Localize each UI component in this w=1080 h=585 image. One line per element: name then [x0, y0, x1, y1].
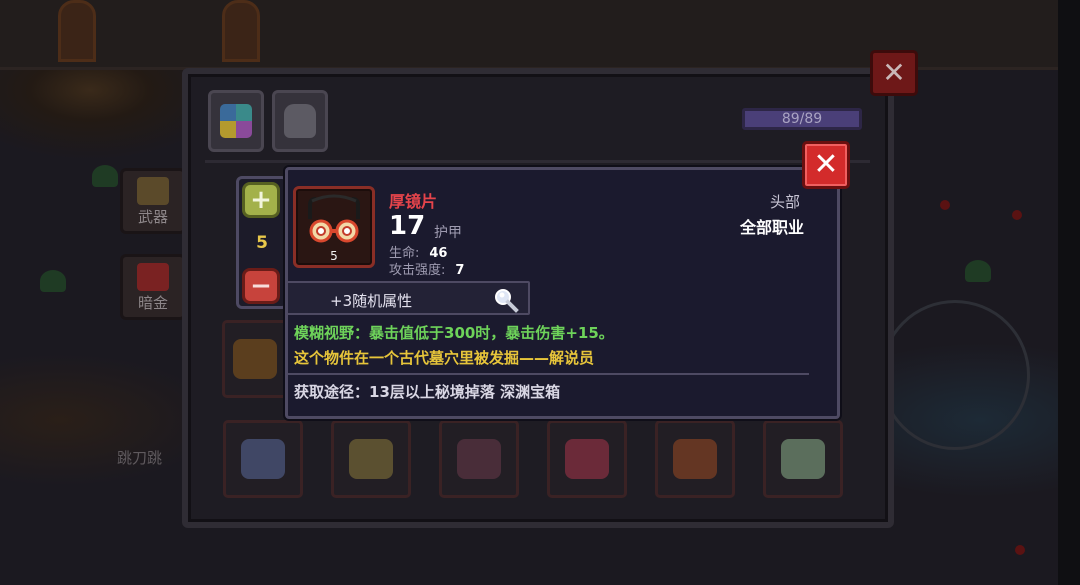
inventory-slot[interactable] — [223, 420, 303, 498]
inventory-slot[interactable] — [331, 420, 411, 498]
quantity-minus-button[interactable]: − — [242, 268, 280, 304]
capacity-bar: 89/89 — [742, 108, 862, 130]
pet-tab[interactable] — [272, 90, 328, 152]
background-plant — [92, 165, 118, 187]
quantity-value: 5 — [256, 233, 268, 253]
side-tab-dark-gold[interactable]: 暗金 — [120, 254, 186, 320]
tooltip-close-button[interactable]: ✕ — [802, 141, 850, 189]
armor-item-icon — [565, 439, 609, 479]
inventory-slot[interactable] — [439, 420, 519, 498]
background-lamp — [940, 200, 950, 210]
side-tab-weapon[interactable]: 武器 — [120, 168, 186, 234]
armor-item-icon — [781, 439, 825, 479]
inventory-slot[interactable] — [655, 420, 735, 498]
stat-value: 7 — [455, 263, 465, 278]
armor-item-icon — [457, 439, 501, 479]
pet-tab-icon — [284, 104, 316, 138]
equipment-tab-icon — [220, 104, 252, 138]
close-icon: ✕ — [882, 56, 906, 89]
equip-slot-type: 头部 — [769, 193, 800, 211]
background-pillar — [58, 0, 96, 62]
stat-row: 攻击强度: 7 — [389, 259, 464, 278]
armor-label: 护甲 — [434, 225, 462, 241]
tooltip-divider — [288, 373, 809, 375]
class-requirement: 全部职业 — [739, 218, 804, 237]
item-effect-text: 模糊视野：暴击值低于300时，暴击伤害+15。 — [294, 324, 614, 342]
stat-label: 攻击强度: — [389, 263, 446, 278]
helmet-item-icon — [233, 339, 277, 379]
background-lamp — [1015, 545, 1025, 555]
background-pillar — [222, 0, 260, 62]
background-plant — [965, 260, 991, 282]
dark-gold-icon — [137, 263, 169, 291]
quantity-plus-button[interactable]: + — [242, 182, 280, 218]
background-edge — [1058, 0, 1080, 585]
inventory-slot[interactable] — [763, 420, 843, 498]
armor-value: 17 — [389, 211, 426, 241]
panel-divider — [205, 160, 870, 163]
armor-item-icon — [241, 439, 285, 479]
side-tab-label: 暗金 — [137, 294, 168, 312]
item-source-text: 获取途径：13层以上秘境掉落 深渊宝箱 — [294, 383, 561, 401]
affix-label: +3随机属性 — [330, 292, 413, 310]
background-plant — [40, 270, 66, 292]
random-affix-row[interactable]: +3随机属性 — [286, 281, 530, 315]
armor-item-icon — [349, 439, 393, 479]
inventory-slot[interactable] — [547, 420, 627, 498]
magnifier-icon[interactable] — [493, 287, 519, 313]
panel-close-button[interactable]: ✕ — [870, 50, 918, 96]
close-icon: ✕ — [813, 147, 839, 182]
weapon-icon — [137, 177, 169, 205]
background-lamp — [1012, 210, 1022, 220]
item-icon-frame: 5 — [293, 186, 375, 268]
inventory-slot[interactable] — [222, 320, 288, 398]
background-wall — [0, 0, 1080, 70]
item-name: 厚镜片 — [389, 192, 438, 211]
armor-item-icon — [673, 439, 717, 479]
ground-text: 跳刀跳 — [117, 449, 163, 467]
item-level: 5 — [330, 249, 338, 263]
equipment-tab[interactable] — [208, 90, 264, 152]
item-flavor-text: 这个物件在一个古代墓穴里被发掘——解说员 — [294, 349, 595, 367]
background-arena-ring — [880, 300, 1030, 450]
glasses-icon — [308, 194, 360, 243]
side-tab-label: 武器 — [137, 208, 168, 226]
